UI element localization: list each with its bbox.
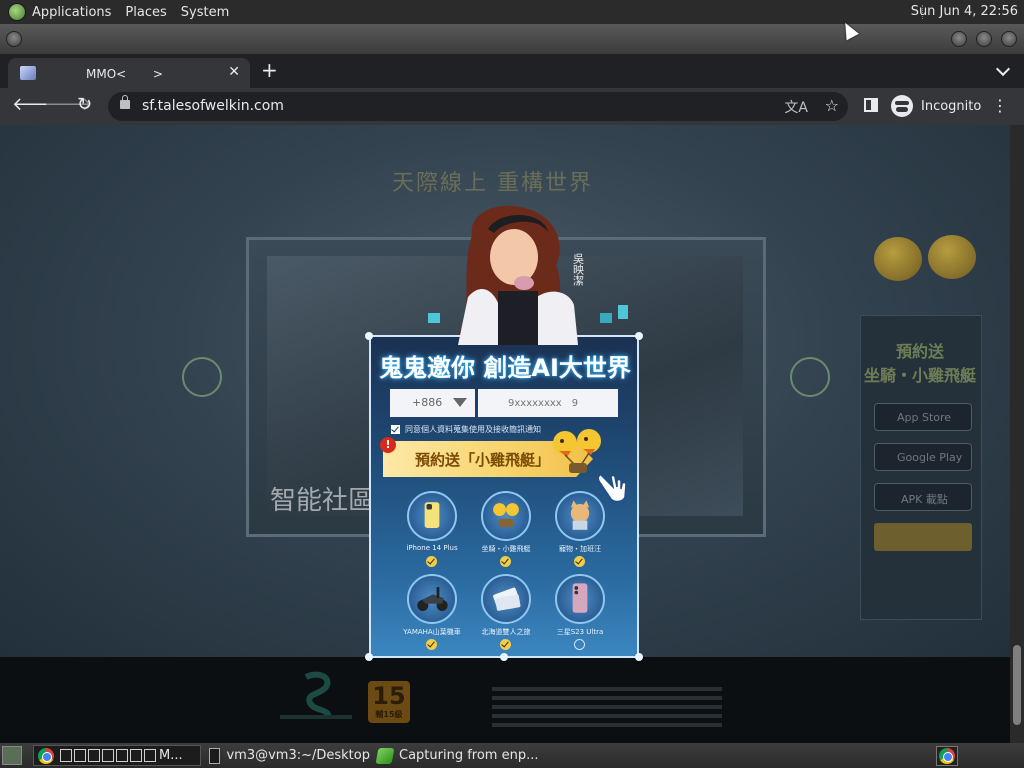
studio-logo-icon (280, 671, 352, 719)
ticket-icon (481, 574, 531, 624)
svg-text:吳映潔: 吳映潔 (572, 253, 585, 286)
kebab-menu-icon[interactable]: ⋮ (992, 96, 1008, 116)
site-footer: 15 輔15級 (0, 657, 1010, 743)
url-text[interactable]: sf.talesofwelkin.com (142, 98, 284, 114)
apk-button[interactable]: APK 載點 (874, 483, 972, 511)
phone-row: +886 (390, 389, 618, 417)
prize-grid: iPhone 14 Plus 坐騎・小雞飛艇 寵物・加班汪 YAMAHA山葉機車 (395, 491, 617, 650)
taskbar: M... vm3@vm3:~/Desktop Capturing from en… (0, 743, 1024, 768)
prize-item: 坐騎・小雞飛艇 (469, 491, 543, 567)
card-corner (500, 653, 508, 661)
prize-item: 寵物・加班汪 (543, 491, 617, 567)
tab-close-icon[interactable]: ✕ (228, 64, 240, 80)
check-icon (500, 639, 511, 650)
incognito-label: Incognito (921, 98, 982, 114)
browser-toolbar: 🡐 🡒 ↻ sf.talesofwelkin.com 文A ☆ Incognit… (0, 88, 1024, 125)
prize-item: 三星S23 Ultra (543, 574, 617, 650)
chick-mascot-icon (870, 233, 985, 283)
prize-item: 北海道雙人之旅 (469, 574, 543, 650)
address-bar[interactable]: sf.talesofwelkin.com 文A ☆ (108, 92, 848, 121)
window-titlebar[interactable] (0, 24, 1024, 54)
window-menu-button[interactable] (6, 31, 22, 47)
legal-fine-print (492, 687, 722, 735)
consent-checkbox[interactable]: 同意個人資料蒐集使用及接收簡訊通知 (391, 424, 541, 435)
maximize-button[interactable] (976, 31, 992, 47)
show-desktop-icon[interactable] (2, 746, 22, 765)
card-corner (635, 653, 643, 661)
prize-item: YAMAHA山葉機車 (395, 574, 469, 650)
missing-glyph-boxes (60, 749, 156, 762)
card-corner (365, 332, 373, 340)
site-headline: 天際線上 重構世界 (392, 171, 593, 196)
reservation-popup: 吳映潔 鬼鬼邀你 創造AI大世界 +886 同意個人資料蒐集使用及接收簡訊通知 … (355, 205, 655, 661)
system-menu[interactable]: System (181, 5, 229, 20)
popup-headline: 鬼鬼邀你 創造AI大世界 (379, 354, 631, 382)
check-icon (500, 556, 511, 567)
taskbar-item-wireshark[interactable]: Capturing from enp... (373, 745, 583, 766)
incognito-indicator[interactable]: Incognito (888, 93, 988, 119)
chick-mount-icon (481, 491, 531, 541)
iphone-icon (407, 491, 457, 541)
scrollbar-thumb[interactable] (1013, 645, 1021, 725)
side-panel-icon[interactable] (864, 98, 878, 112)
lock-icon[interactable] (120, 95, 130, 109)
scooter-icon (407, 574, 457, 624)
terminal-icon (209, 747, 221, 764)
close-window-button[interactable] (1001, 31, 1017, 47)
reload-icon[interactable]: ↻ (77, 95, 92, 115)
wireshark-icon (375, 747, 395, 764)
alert-badge-icon: ! (380, 437, 396, 453)
check-empty-icon (574, 639, 585, 650)
tab-strip: MMO< > ✕ (0, 54, 1024, 88)
page-viewport: 天際線上 重構世界 智能社區 預約送 坐騎・小雞飛艇 App Store Goo… (0, 125, 1010, 743)
card-corner (635, 332, 643, 340)
reward-query-button[interactable] (874, 523, 972, 551)
consent-label: 同意個人資料蒐集使用及接收簡訊通知 (405, 425, 541, 434)
galaxy-phone-icon (555, 574, 605, 624)
spokesperson-portrait: 吳映潔 (428, 205, 628, 345)
check-icon (426, 639, 437, 650)
prize-item: iPhone 14 Plus (395, 491, 469, 567)
checkbox-checked-icon[interactable] (391, 425, 400, 434)
taskbar-item-terminal[interactable]: vm3@vm3:~/Desktop (205, 745, 370, 766)
carousel-prev-icon[interactable] (182, 357, 222, 397)
gnome-foot-icon[interactable] (8, 3, 26, 21)
clock[interactable]: Sun Jun 4, 22:56 (911, 4, 1018, 19)
new-tab-button[interactable]: + (261, 59, 278, 81)
chrome-icon (38, 747, 54, 764)
dropdown-caret-icon (453, 398, 467, 407)
side-panel-title: 預約送 坐騎・小雞飛艇 (863, 342, 976, 385)
tab-title: MMO< > (86, 67, 163, 81)
country-code-select[interactable]: +886 (390, 389, 475, 417)
phone-input[interactable] (478, 389, 618, 417)
page-scrollbar[interactable] (1010, 125, 1024, 743)
bookmark-star-icon[interactable]: ☆ (825, 96, 839, 115)
age-rating-badge: 15 輔15級 (368, 681, 410, 723)
browser-tab[interactable]: MMO< > ✕ (8, 58, 250, 88)
minimize-button[interactable] (951, 31, 967, 47)
translate-icon[interactable]: 文A (784, 97, 808, 117)
check-icon (426, 556, 437, 567)
tab-favicon-icon (20, 66, 36, 80)
top-panel: Applications Places System Sun Jun 4, 22… (0, 0, 1024, 24)
app-store-button[interactable]: App Store (874, 403, 972, 431)
taskbar-item-chrome[interactable]: M... (33, 745, 201, 766)
incognito-icon (891, 95, 913, 117)
tray-chrome-icon[interactable] (936, 746, 958, 766)
dog-pet-icon (555, 491, 605, 541)
carousel-next-icon[interactable] (790, 357, 830, 397)
check-icon (574, 556, 585, 567)
applications-menu[interactable]: Applications (32, 5, 111, 20)
card-corner (365, 653, 373, 661)
google-play-button[interactable]: Google Play (874, 443, 972, 471)
places-menu[interactable]: Places (125, 5, 166, 20)
